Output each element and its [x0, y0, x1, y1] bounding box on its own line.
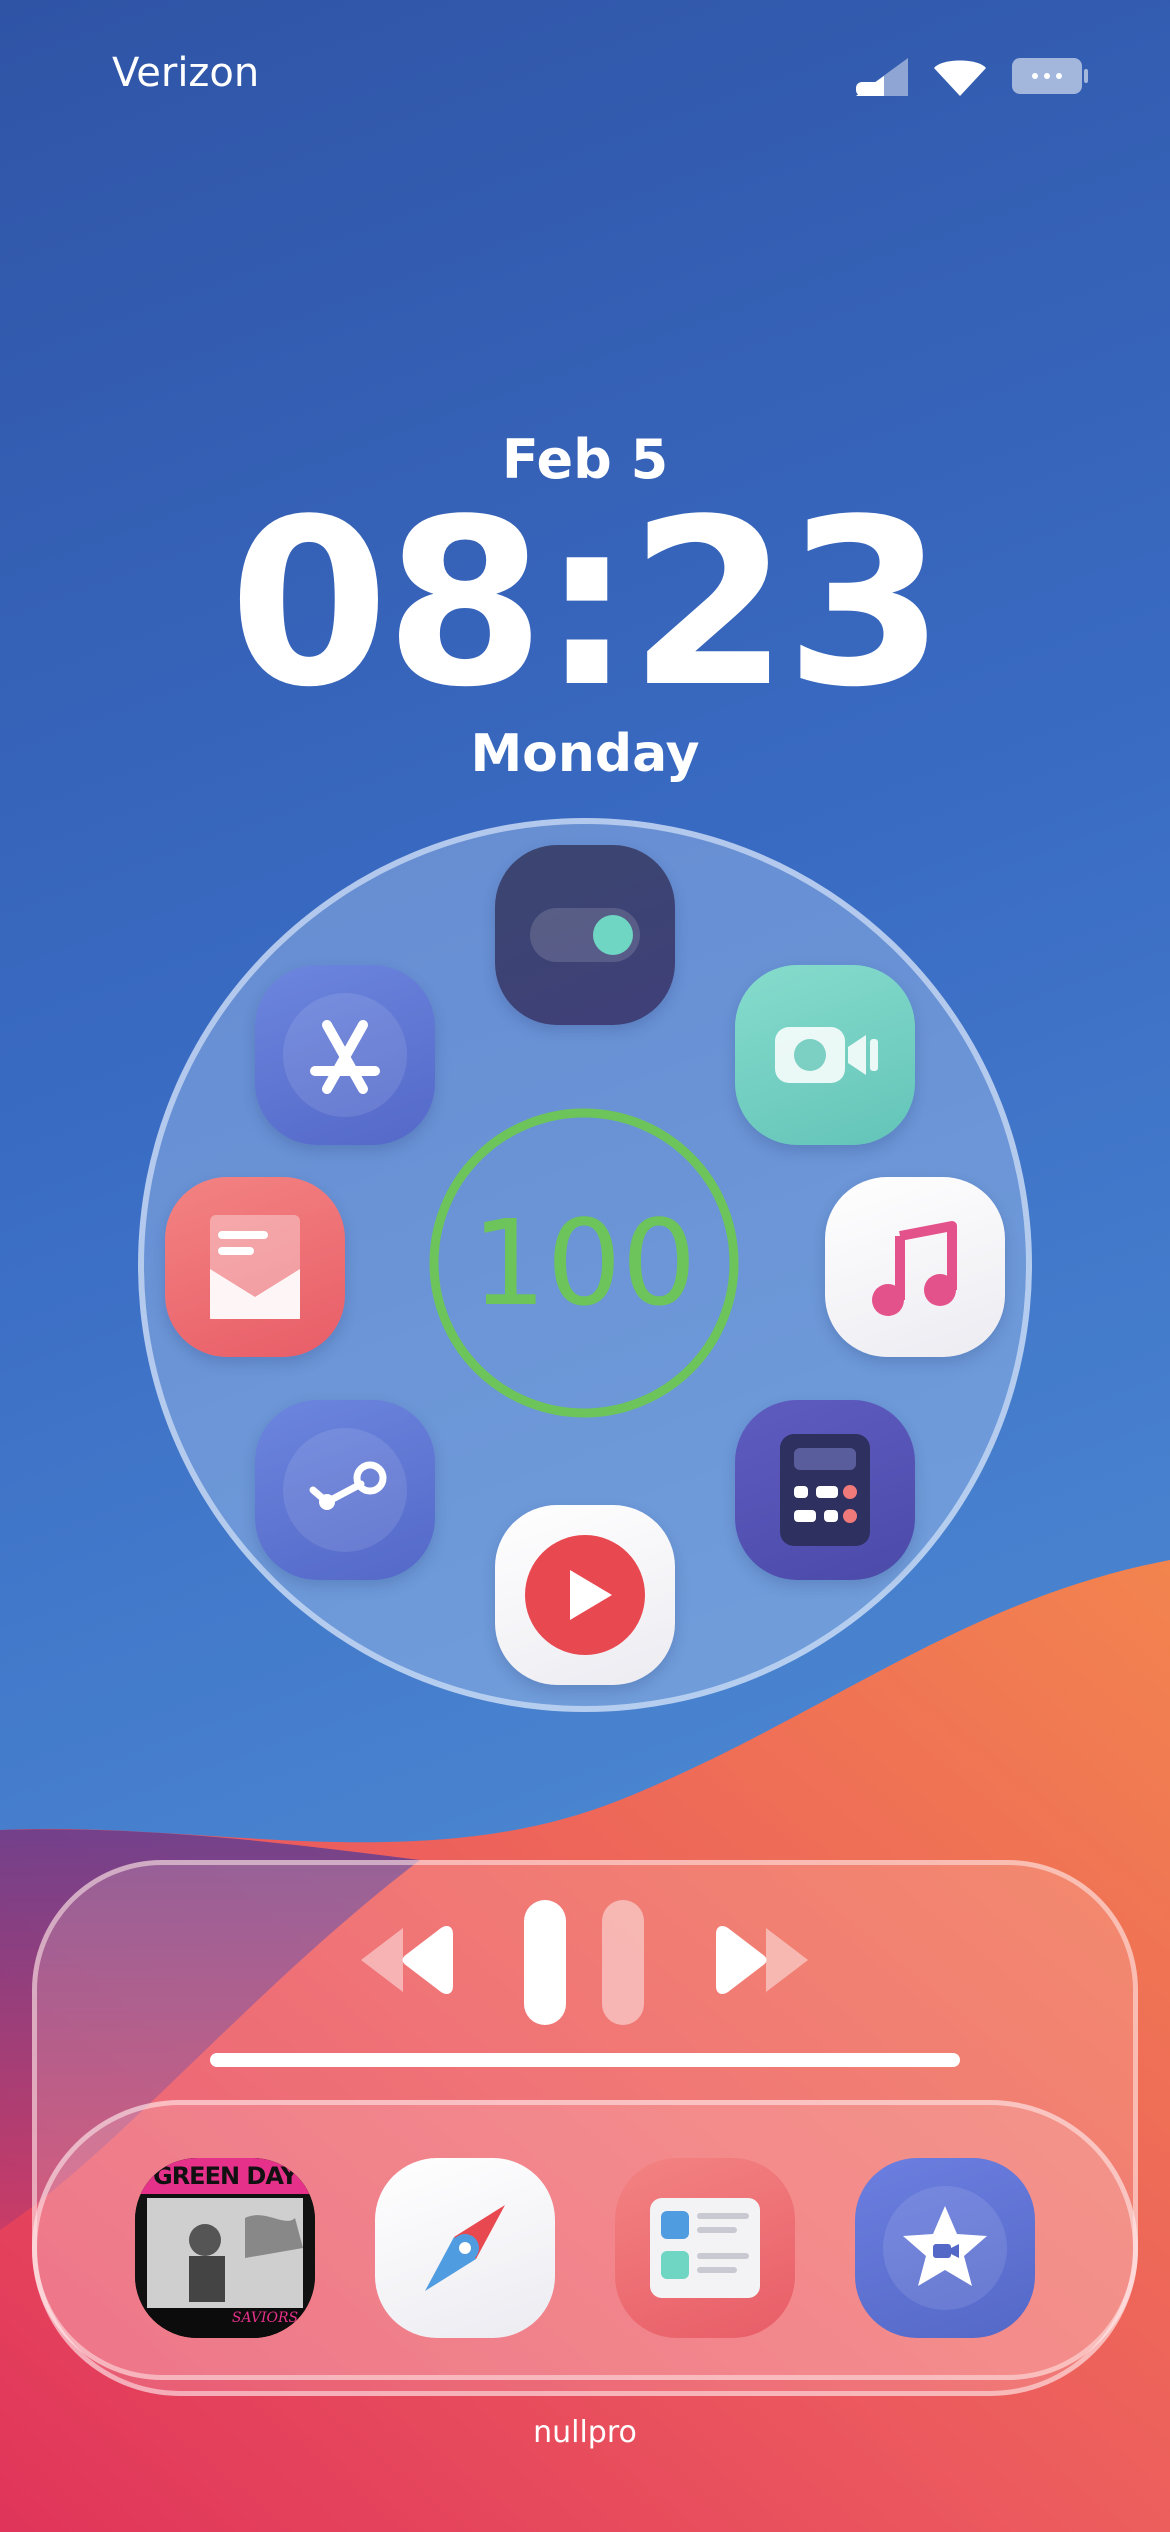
- play-icon: [525, 1535, 645, 1655]
- playback-progress-bar[interactable]: [210, 2053, 960, 2067]
- cellular-signal-icon: [856, 58, 908, 96]
- next-button[interactable]: [710, 1920, 815, 2000]
- facetime-app[interactable]: [735, 965, 915, 1145]
- lockscreen-time: 08:23: [228, 471, 945, 738]
- toggle-icon: [530, 908, 640, 962]
- steam-app[interactable]: [255, 1400, 435, 1580]
- music-app[interactable]: [825, 1177, 1005, 1357]
- safari-app[interactable]: [375, 2158, 555, 2338]
- music-note-icon: [872, 1221, 957, 1316]
- video-camera-icon: [775, 1027, 878, 1083]
- star-video-icon: [883, 2186, 1007, 2310]
- compass-icon: [425, 2205, 505, 2291]
- pause-button[interactable]: [520, 1900, 650, 2025]
- wifi-icon: [934, 60, 986, 96]
- pause-bar-right: [602, 1900, 644, 2025]
- itunes-star-app[interactable]: [855, 2158, 1035, 2338]
- battery-level: 100: [471, 1194, 697, 1332]
- youtube-app[interactable]: [495, 1505, 675, 1685]
- album-art[interactable]: GREEN DAY SAVIORS: [135, 2158, 315, 2338]
- author-credit: nullpro: [533, 2415, 637, 2450]
- toggle-app[interactable]: [495, 845, 675, 1025]
- app-store-icon: [283, 993, 407, 1117]
- news-icon: [650, 2198, 760, 2298]
- carrier-name: Verizon: [112, 50, 260, 96]
- pause-bar-left: [524, 1900, 566, 2025]
- news-app[interactable]: [615, 2158, 795, 2338]
- status-icons: [854, 54, 1090, 98]
- lockscreen-day: Monday: [470, 724, 700, 784]
- app-store-app[interactable]: [255, 965, 435, 1145]
- mail-app[interactable]: [165, 1177, 345, 1357]
- battery-icon: [1012, 58, 1088, 94]
- album-subtitle: SAVIORS: [231, 2310, 299, 2326]
- calculator-app[interactable]: [735, 1400, 915, 1580]
- steam-icon: [283, 1428, 407, 1552]
- envelope-icon: [210, 1215, 300, 1319]
- album-title: GREEN DAY: [153, 2162, 298, 2190]
- calculator-icon: [780, 1434, 870, 1546]
- previous-button[interactable]: [355, 1920, 460, 2000]
